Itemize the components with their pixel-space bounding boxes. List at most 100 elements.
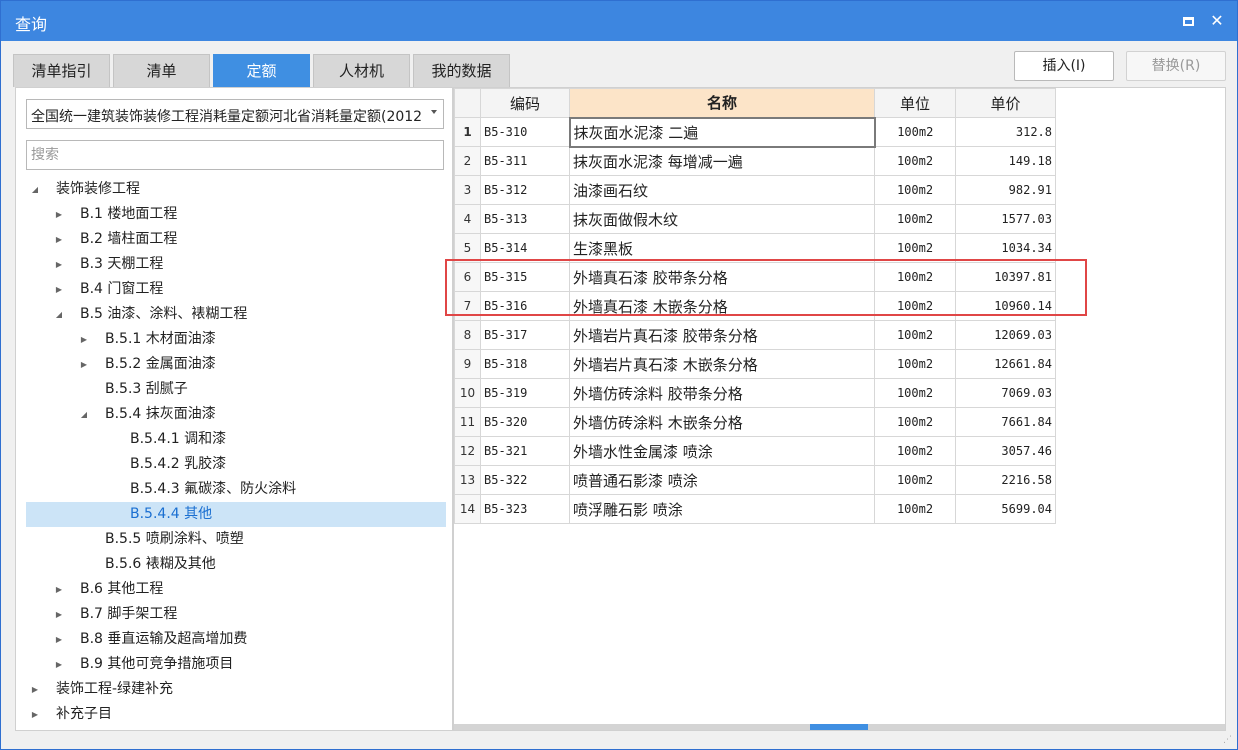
cell-price[interactable]: 5699.04 [955, 494, 1056, 524]
cell-price[interactable]: 7661.84 [955, 407, 1056, 437]
cell-unit[interactable]: 100m2 [874, 465, 956, 495]
triangle-collapsed-icon[interactable]: ▶ [30, 702, 40, 727]
cell-unit[interactable]: 100m2 [874, 378, 956, 408]
column-header-code[interactable]: 编码 [480, 88, 570, 118]
tree-node[interactable]: B.5.4.4 其他 [26, 502, 446, 527]
cell-name[interactable]: 外墙水性金属漆 喷涂 [569, 436, 875, 466]
row-index[interactable]: 11 [454, 407, 481, 437]
tree-node[interactable]: ▶ B.3 天棚工程 [16, 252, 452, 277]
table-row[interactable]: 13 B5-322 喷普通石影漆 喷涂 100m2 2216.58 [454, 465, 1056, 495]
cell-price[interactable]: 1034.34 [955, 233, 1056, 263]
cell-price[interactable]: 1577.03 [955, 204, 1056, 234]
triangle-collapsed-icon[interactable]: ▶ [54, 277, 64, 302]
tab-quota[interactable]: 定额 [213, 54, 310, 87]
cell-code[interactable]: B5-322 [480, 465, 570, 495]
cell-unit[interactable]: 100m2 [874, 291, 956, 321]
cell-name[interactable]: 抹灰面做假木纹 [569, 204, 875, 234]
cell-name[interactable]: 外墙真石漆 木嵌条分格 [569, 291, 875, 321]
tree-node[interactable]: B.5.6 裱糊及其他 [16, 552, 452, 577]
close-button[interactable]: ✕ [1206, 10, 1228, 32]
triangle-collapsed-icon[interactable]: ▶ [54, 577, 64, 602]
cell-code[interactable]: B5-317 [480, 320, 570, 350]
table-row[interactable]: 14 B5-323 喷浮雕石影 喷涂 100m2 5699.04 [454, 494, 1056, 524]
triangle-collapsed-icon[interactable]: ▶ [54, 252, 64, 277]
search-input[interactable] [26, 140, 444, 170]
table-row[interactable]: 6 B5-315 外墙真石漆 胶带条分格 100m2 10397.81 [454, 262, 1056, 292]
tab-my-data[interactable]: 我的数据 [413, 54, 510, 87]
table-row[interactable]: 8 B5-317 外墙岩片真石漆 胶带条分格 100m2 12069.03 [454, 320, 1056, 350]
tree-node[interactable]: ▶ B.4 门窗工程 [16, 277, 452, 302]
cell-name[interactable]: 喷浮雕石影 喷涂 [569, 494, 875, 524]
insert-button[interactable]: 插入(I) [1014, 51, 1114, 81]
cell-price[interactable]: 12661.84 [955, 349, 1056, 379]
row-index[interactable]: 4 [454, 204, 481, 234]
tree-node[interactable]: ▶ B.9 其他可竞争措施项目 [16, 652, 452, 677]
triangle-collapsed-icon[interactable]: ▶ [54, 227, 64, 252]
cell-unit[interactable]: 100m2 [874, 233, 956, 263]
cell-code[interactable]: B5-314 [480, 233, 570, 263]
cell-name[interactable]: 油漆画石纹 [569, 175, 875, 205]
tree-node[interactable]: ▶ 补充子目 [16, 702, 452, 727]
cell-name[interactable]: 外墙仿砖涂料 胶带条分格 [569, 378, 875, 408]
cell-price[interactable]: 982.91 [955, 175, 1056, 205]
cell-name[interactable]: 外墙真石漆 胶带条分格 [569, 262, 875, 292]
cell-price[interactable]: 12069.03 [955, 320, 1056, 350]
cell-code[interactable]: B5-315 [480, 262, 570, 292]
row-index[interactable]: 8 [454, 320, 481, 350]
cell-price[interactable]: 7069.03 [955, 378, 1056, 408]
tree-node[interactable]: B.5.4.3 氟碳漆、防火涂料 [16, 477, 452, 502]
row-index[interactable]: 3 [454, 175, 481, 205]
cell-name[interactable]: 外墙仿砖涂料 木嵌条分格 [569, 407, 875, 437]
cell-code[interactable]: B5-320 [480, 407, 570, 437]
cell-price[interactable]: 149.18 [955, 146, 1056, 176]
row-index[interactable]: 2 [454, 146, 481, 176]
cell-code[interactable]: B5-312 [480, 175, 570, 205]
tree-node[interactable]: ▶ B.5.1 木材面油漆 [16, 327, 452, 352]
tree-node[interactable]: ▶ B.6 其他工程 [16, 577, 452, 602]
cell-code[interactable]: B5-311 [480, 146, 570, 176]
triangle-collapsed-icon[interactable]: ▶ [79, 327, 89, 352]
row-index[interactable]: 5 [454, 233, 481, 263]
table-row[interactable]: 10 B5-319 外墙仿砖涂料 胶带条分格 100m2 7069.03 [454, 378, 1056, 408]
tree-node[interactable]: ▶ B.8 垂直运输及超高增加费 [16, 627, 452, 652]
column-header-name[interactable]: 名称 [569, 88, 875, 118]
row-index[interactable]: 13 [454, 465, 481, 495]
triangle-expanded-icon[interactable]: ◢ [30, 177, 40, 202]
cell-unit[interactable]: 100m2 [874, 146, 956, 176]
tree-node[interactable]: B.5.4.1 调和漆 [16, 427, 452, 452]
cell-code[interactable]: B5-319 [480, 378, 570, 408]
cell-unit[interactable]: 100m2 [874, 204, 956, 234]
tree-node[interactable]: ◢ B.5.4 抹灰面油漆 [16, 402, 452, 427]
tree-node[interactable]: ▶ B.5.2 金属面油漆 [16, 352, 452, 377]
cell-code[interactable]: B5-310 [480, 117, 570, 147]
horizontal-scrollbar[interactable] [454, 724, 1225, 730]
triangle-expanded-icon[interactable]: ◢ [54, 302, 64, 327]
tab-labor-material-machine[interactable]: 人材机 [313, 54, 410, 87]
cell-code[interactable]: B5-323 [480, 494, 570, 524]
table-row[interactable]: 5 B5-314 生漆黑板 100m2 1034.34 [454, 233, 1056, 263]
cell-unit[interactable]: 100m2 [874, 407, 956, 437]
tree-node[interactable]: B.5.4.2 乳胶漆 [16, 452, 452, 477]
tab-bill[interactable]: 清单 [113, 54, 210, 87]
maximize-button[interactable] [1177, 10, 1199, 32]
triangle-collapsed-icon[interactable]: ▶ [79, 352, 89, 377]
cell-name[interactable]: 外墙岩片真石漆 胶带条分格 [569, 320, 875, 350]
cell-unit[interactable]: 100m2 [874, 175, 956, 205]
triangle-collapsed-icon[interactable]: ▶ [30, 677, 40, 702]
cell-code[interactable]: B5-318 [480, 349, 570, 379]
triangle-expanded-icon[interactable]: ◢ [79, 402, 89, 427]
resize-grip-icon[interactable]: ⋰ [1223, 735, 1235, 747]
cell-price[interactable]: 2216.58 [955, 465, 1056, 495]
triangle-collapsed-icon[interactable]: ▶ [54, 202, 64, 227]
column-header-price[interactable]: 单价 [955, 88, 1056, 118]
row-index[interactable]: 10 [454, 378, 481, 408]
library-select[interactable]: 全国统一建筑装饰装修工程消耗量定额河北省消耗量定额(2012) [26, 99, 444, 129]
scroll-thumb[interactable] [810, 724, 868, 730]
cell-name[interactable]: 外墙岩片真石漆 木嵌条分格 [569, 349, 875, 379]
tree-node[interactable]: ▶ 装饰工程-绿建补充 [16, 677, 452, 702]
cell-price[interactable]: 3057.46 [955, 436, 1056, 466]
title-bar[interactable]: 查询 ✕ [1, 1, 1237, 41]
cell-name[interactable]: 抹灰面水泥漆 每增减一遍 [569, 146, 875, 176]
cell-unit[interactable]: 100m2 [874, 494, 956, 524]
tree-node[interactable]: ▶ B.7 脚手架工程 [16, 602, 452, 627]
